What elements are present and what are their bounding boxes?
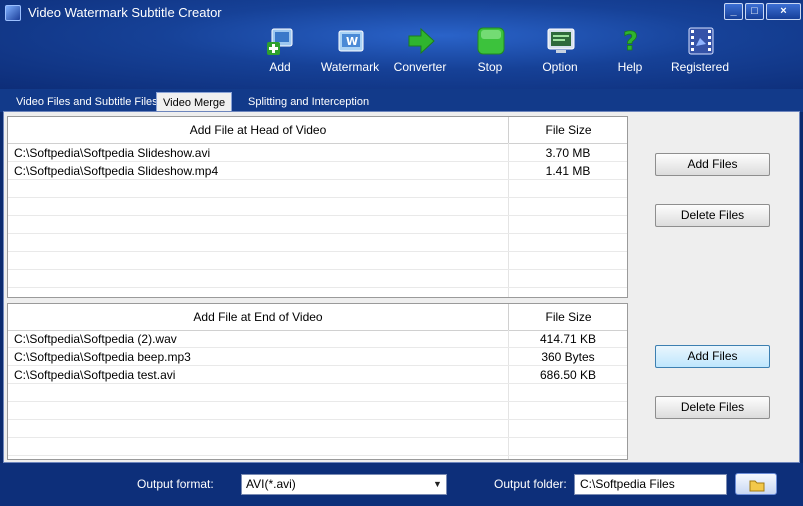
empty-row [8,270,627,288]
file-size: 360 Bytes [541,350,595,364]
end-list-header: Add File at End of Video File Size [8,304,627,331]
table-row[interactable]: C:\Softpedia\Softpedia beep.mp3 360 Byte… [8,348,627,366]
toolbar-watermark-button[interactable]: W Watermark [314,24,386,80]
table-row[interactable]: C:\Softpedia\Softpedia Slideshow.avi 3.7… [8,144,627,162]
file-path: C:\Softpedia\Softpedia Slideshow.avi [14,146,211,160]
toolbar-help-button[interactable]: ? Help [594,24,666,80]
toolbar-help-label: Help [617,60,643,74]
toolbar-registered-label: Registered [670,60,730,74]
toolbar-converter-button[interactable]: Converter [384,24,456,80]
empty-row [8,198,627,216]
maximize-button[interactable]: □ [745,3,764,20]
empty-row [8,252,627,270]
converter-arrow-icon [408,27,435,55]
file-path: C:\Softpedia\Softpedia (2).wav [14,332,177,346]
output-folder-label: Output folder: [494,477,567,491]
empty-row [8,180,627,198]
svg-text:W: W [346,35,358,48]
output-settings-bar: Output format: AVI(*.avi) ▼ Output folde… [0,463,803,506]
stop-icon [477,27,505,55]
head-file-list[interactable]: Add File at Head of Video File Size C:\S… [7,116,628,298]
title-toolbar-area: Video Watermark Subtitle Creator _ □ × A… [0,0,803,89]
folder-icon [749,480,765,492]
toolbar-add-button[interactable]: Add [244,24,316,80]
empty-row [8,216,627,234]
dropdown-arrow-icon[interactable]: ▼ [429,475,446,494]
toolbar-option-label: Option [542,60,578,74]
svg-text:?: ? [623,27,638,56]
empty-row [8,384,627,402]
tab-splitting-interception[interactable]: Splitting and Interception [242,92,375,112]
option-monitor-icon [547,28,575,53]
registered-film-icon [688,27,714,55]
minimize-button[interactable]: _ [724,3,743,20]
table-row[interactable]: C:\Softpedia\Softpedia (2).wav 414.71 KB [8,330,627,348]
file-size: 414.71 KB [539,332,597,346]
end-delete-files-button[interactable]: Delete Files [655,396,770,419]
file-size: 686.50 KB [539,368,597,382]
app-icon [5,5,21,21]
add-video-icon [267,28,293,55]
file-size: 1.41 MB [545,164,591,178]
toolbar-add-label: Add [269,60,291,74]
watermark-icon: W [338,30,364,52]
output-format-label: Output format: [137,477,214,491]
help-icon: ? [623,27,639,56]
toolbar-registered-button[interactable]: Registered [664,24,736,80]
empty-row [8,402,627,420]
end-file-list[interactable]: Add File at End of Video File Size C:\So… [7,303,628,460]
column-header-file[interactable]: Add File at Head of Video [8,117,508,143]
file-size: 3.70 MB [545,146,591,160]
empty-row [8,234,627,252]
window-title: Video Watermark Subtitle Creator [28,5,222,20]
browse-folder-button[interactable] [735,473,777,495]
toolbar-converter-label: Converter [393,60,447,74]
toolbar-watermark-label: Watermark [320,60,380,74]
output-folder-value: C:\Softpedia Files [580,477,675,491]
table-row[interactable]: C:\Softpedia\Softpedia test.avi 686.50 K… [8,366,627,384]
output-format-select[interactable]: AVI(*.avi) ▼ [241,474,447,495]
tab-strip: Video Files and Subtitle Files Video Mer… [0,89,803,113]
empty-row [8,420,627,438]
toolbar-stop-button[interactable]: Stop [454,24,526,80]
toolbar-stop-label: Stop [477,60,503,74]
end-add-files-button[interactable]: Add Files [655,345,770,368]
tab-video-files-subtitle-files[interactable]: Video Files and Subtitle Files [10,92,164,112]
video-merge-panel: Add File at Head of Video File Size C:\S… [3,111,800,463]
head-list-header: Add File at Head of Video File Size [8,117,627,144]
empty-row [8,438,627,456]
head-delete-files-button[interactable]: Delete Files [655,204,770,227]
output-folder-input[interactable]: C:\Softpedia Files [574,474,727,495]
file-path: C:\Softpedia\Softpedia Slideshow.mp4 [14,164,219,178]
close-button[interactable]: × [766,3,801,20]
table-row[interactable]: C:\Softpedia\Softpedia Slideshow.mp4 1.4… [8,162,627,180]
toolbar-option-button[interactable]: Option [524,24,596,80]
file-path: C:\Softpedia\Softpedia test.avi [14,368,176,382]
file-path: C:\Softpedia\Softpedia beep.mp3 [14,350,191,364]
tab-video-merge[interactable]: Video Merge [156,92,233,113]
head-add-files-button[interactable]: Add Files [655,153,770,176]
column-header-size[interactable]: File Size [508,117,627,143]
column-header-size[interactable]: File Size [508,304,627,330]
output-format-value: AVI(*.avi) [246,477,296,491]
column-header-file[interactable]: Add File at End of Video [8,304,508,330]
